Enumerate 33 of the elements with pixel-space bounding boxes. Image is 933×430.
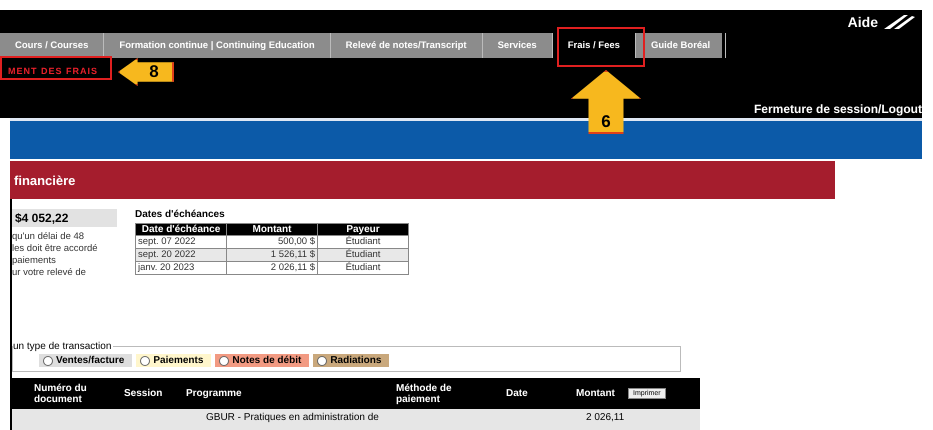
column-header: Session xyxy=(124,388,164,399)
submenu-link[interactable]: MENT DES FRAIS xyxy=(0,66,98,76)
table-cell: 2 026,11 $ xyxy=(226,262,318,274)
nav-tab[interactable]: Frais / Fees xyxy=(552,33,636,58)
notice-text: paiements xyxy=(12,255,57,267)
radio-option[interactable]: Radiations xyxy=(313,354,390,367)
table-cell: Étudiant xyxy=(318,262,408,274)
radio-option[interactable]: Ventes/facture xyxy=(39,354,132,367)
notice-text: qu'un délai de 48 xyxy=(12,231,86,243)
column-header: Date d'échéance xyxy=(136,224,226,236)
column-header: Date xyxy=(506,388,529,399)
column-header: Méthode de paiement xyxy=(396,382,453,404)
radio-option[interactable]: Notes de débit xyxy=(215,354,310,367)
column-header: Programme xyxy=(186,388,243,399)
table-cell: janv. 20 2023 xyxy=(136,262,226,274)
column-header: Numéro du document xyxy=(33,382,88,404)
table-cell: 2 026,11 xyxy=(586,412,624,423)
due-dates-title: Dates d'échéances xyxy=(135,209,226,220)
column-header: Payeur xyxy=(318,224,408,236)
notice-text: les doit être accordé xyxy=(12,243,99,255)
column-header: Montant xyxy=(226,224,318,236)
section-title: financière xyxy=(13,172,76,188)
table-cell: sept. 20 2022 xyxy=(136,248,226,262)
notice-text: ur votre relevé de xyxy=(12,267,87,279)
help-link[interactable]: Aide xyxy=(848,14,878,30)
filter-legend: un type de transaction xyxy=(13,341,114,352)
column-header: Montant xyxy=(576,388,616,399)
balance-amount: $4 052,22 xyxy=(12,209,117,227)
table-cell-text: GBUR - Pratiques en administration de xyxy=(206,412,380,423)
logout-link[interactable]: Fermeture de session/Logout xyxy=(754,102,922,116)
table-cell: 1 526,11 $ xyxy=(226,248,318,262)
table-cell: Étudiant xyxy=(318,248,408,262)
radio-option[interactable]: Paiements xyxy=(136,354,212,367)
